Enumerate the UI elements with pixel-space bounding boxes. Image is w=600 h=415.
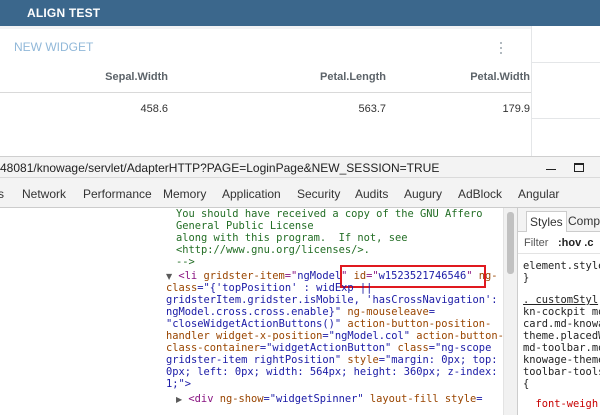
style-source-link[interactable]: . customStyl xyxy=(523,294,598,306)
hov-toggle[interactable]: :hov .c xyxy=(558,237,593,249)
tab-security[interactable]: Security xyxy=(297,187,340,201)
tab-application[interactable]: Application xyxy=(222,187,281,201)
tab-truncated[interactable]: s xyxy=(0,187,4,201)
div-element-line[interactable]: ▶ <div ng-show="widgetSpinner" layout-fi… xyxy=(176,393,482,406)
code-line: class="{'topPosition' : widExp || xyxy=(166,282,373,294)
maximize-icon-top xyxy=(574,163,584,165)
column-header[interactable]: Petal.Width xyxy=(420,71,530,83)
code-line: handler widget-x-position="ngModel.col" … xyxy=(166,330,504,342)
expand-triangle-icon[interactable]: ▶ xyxy=(176,395,182,404)
code-line: class-container="widgetActionButton" cla… xyxy=(166,342,492,354)
tab-adblock[interactable]: AdBlock xyxy=(458,187,502,201)
devtools-url-bar: 48081/knowage/servlet/AdapterHTTP?PAGE=L… xyxy=(0,156,600,178)
tab-network[interactable]: Network xyxy=(22,187,66,201)
elements-scrollbar[interactable] xyxy=(503,208,517,415)
styles-filter-row[interactable]: Filter :hov .c xyxy=(518,232,600,254)
style-line: md-toolbar.mo xyxy=(523,342,600,354)
widget-table: Sepal.Width Petal.Length Petal.Width 458… xyxy=(0,65,531,121)
table-cell: 563.7 xyxy=(358,103,386,115)
style-line: card.md-knowa xyxy=(523,318,600,330)
table-row: 458.6 563.7 179.9 xyxy=(0,93,531,121)
app-title: ALIGN TEST xyxy=(27,6,101,20)
code-line: gridster-item rightPosition" style="marg… xyxy=(166,354,498,366)
widget: NEW WIDGET Sepal.Width Petal.Length Peta… xyxy=(0,29,531,156)
devtools-tabbar: s Network Performance Memory Application… xyxy=(0,178,600,208)
app-header: ALIGN TEST xyxy=(0,0,600,26)
collapse-triangle-icon[interactable]: ▼ xyxy=(166,272,172,281)
tab-styles[interactable]: Styles xyxy=(526,211,567,232)
column-header[interactable]: Sepal.Width xyxy=(60,71,168,83)
devtools-url: 48081/knowage/servlet/AdapterHTTP?PAGE=L… xyxy=(0,161,440,175)
filter-label: Filter xyxy=(524,237,549,249)
tab-augury[interactable]: Augury xyxy=(404,187,442,201)
code-comment-line: along with this program. If not, see xyxy=(176,232,408,244)
cockpit-grid-empty xyxy=(531,26,600,156)
style-line: { xyxy=(523,378,530,390)
more-vert-icon[interactable] xyxy=(499,42,503,54)
minimize-icon[interactable] xyxy=(546,169,556,170)
styles-tabbar: Styles Compu xyxy=(518,208,600,232)
table-header-row: Sepal.Width Petal.Length Petal.Width xyxy=(0,65,531,93)
table-cell: 458.6 xyxy=(140,103,168,115)
code-line: 0px; left: 0px; width: 564px; height: 36… xyxy=(166,366,498,378)
code-comment-line: You should have received a copy of the G… xyxy=(176,208,483,220)
tab-computed[interactable]: Compu xyxy=(568,214,600,228)
style-line: theme.placedW xyxy=(523,330,600,342)
tab-angular[interactable]: Angular xyxy=(518,187,559,201)
window-controls xyxy=(540,157,600,179)
column-header[interactable]: Petal.Length xyxy=(250,71,386,83)
code-comment-line: --> xyxy=(176,256,195,268)
elements-panel[interactable]: You should have received a copy of the G… xyxy=(0,208,517,415)
code-line: ngModel.cross.cross.enable}" ng-mouselea… xyxy=(166,306,436,318)
code-comment-line: <http://www.gnu.org/licenses/>. xyxy=(176,244,370,256)
code-line: 1;"> xyxy=(166,378,192,390)
cockpit-area: NEW WIDGET Sepal.Width Petal.Length Peta… xyxy=(0,26,600,156)
tab-performance[interactable]: Performance xyxy=(83,187,152,201)
widget-title: NEW WIDGET xyxy=(14,40,94,54)
tab-memory[interactable]: Memory xyxy=(163,187,206,201)
style-line: kn-cockpit mo xyxy=(523,306,600,318)
style-line: } xyxy=(523,272,530,284)
table-cell: 179.9 xyxy=(502,103,530,115)
code-comment-line: General Public License xyxy=(176,220,314,232)
code-line: gridsterItem.gridster.isMobile, 'hasCros… xyxy=(166,294,498,306)
style-line: knowage-theme xyxy=(523,354,600,366)
styles-pane: Styles Compu Filter :hov .c element.styl… xyxy=(517,208,600,415)
tab-audits[interactable]: Audits xyxy=(355,187,388,201)
style-property[interactable]: font-weigh xyxy=(523,398,599,410)
scrollbar-thumb[interactable] xyxy=(507,212,514,274)
code-line: "closeWidgetActionButtons()" action-butt… xyxy=(166,318,492,330)
style-line: toolbar-tools xyxy=(523,366,600,378)
style-line: element.style xyxy=(523,260,600,272)
